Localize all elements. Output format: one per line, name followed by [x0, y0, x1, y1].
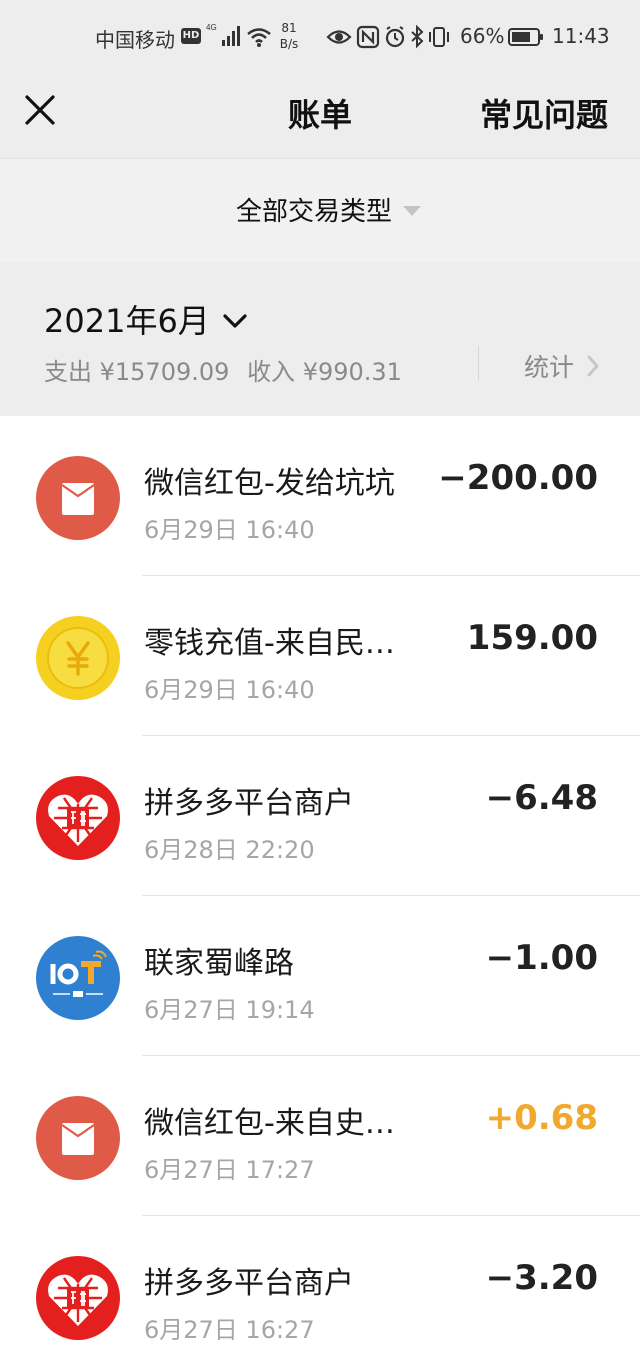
- divider: [478, 346, 479, 380]
- yuan-coin-icon: [36, 616, 120, 700]
- transaction-avatar: [36, 616, 120, 700]
- transaction-title: 联家蜀峰路: [144, 946, 294, 981]
- alarm-icon: [385, 26, 405, 48]
- hd-badge: HD: [181, 28, 201, 44]
- speed-value: 81: [281, 21, 297, 35]
- transaction-amount: −1.00: [485, 938, 598, 978]
- income-total: 收入 ¥990.31: [247, 358, 402, 386]
- statistics-link[interactable]: 统计: [524, 348, 600, 384]
- iot-logo: [36, 936, 120, 1020]
- pinduoduo-logo: [36, 1256, 120, 1340]
- transaction-title: 微信红包-发给坑坑: [144, 466, 395, 501]
- transaction-time: 6月29日 16:40: [144, 516, 315, 544]
- network-type-label: 4G: [206, 23, 217, 32]
- transaction-amount: +0.68: [485, 1098, 598, 1138]
- expense-total: 支出 ¥15709.09: [44, 358, 230, 386]
- transaction-avatar: [36, 456, 120, 540]
- transaction-time: 6月27日 17:27: [144, 1156, 315, 1184]
- transaction-avatar: [36, 776, 120, 860]
- clock: 11:43: [552, 24, 610, 48]
- transaction-row[interactable]: 拼多多平台商户 6月28日 22:20 −6.48: [0, 736, 640, 896]
- transaction-title: 微信红包-来自史…: [144, 1106, 395, 1141]
- transaction-row[interactable]: 微信红包-来自史… 6月27日 17:27 +0.68: [0, 1056, 640, 1216]
- pinduoduo-logo: [36, 776, 120, 860]
- transaction-time: 6月27日 19:14: [144, 996, 315, 1024]
- transaction-time: 6月27日 16:27: [144, 1316, 315, 1344]
- wifi-icon: [247, 28, 271, 47]
- stats-label: 统计: [524, 353, 575, 382]
- cellular-signal-icon: 4G: [206, 23, 240, 46]
- eye-icon: [326, 30, 352, 44]
- transaction-row[interactable]: 拼多多平台商户 6月27日 16:27 −3.20: [0, 1216, 640, 1369]
- chevron-right-icon: [587, 355, 599, 377]
- month-summary: 2021年6月 支出 ¥15709.09 收入 ¥990.31 统计: [0, 262, 640, 416]
- red-packet-icon: [36, 456, 120, 540]
- transaction-row[interactable]: 联家蜀峰路 6月27日 19:14 −1.00: [0, 896, 640, 1056]
- speed-unit: B/s: [279, 37, 299, 51]
- transaction-list: 微信红包-发给坑坑 6月29日 16:40 −200.00 零钱充值-来自民… 6月2…: [0, 416, 640, 1369]
- transaction-row[interactable]: 微信红包-发给坑坑 6月29日 16:40 −200.00: [0, 416, 640, 576]
- transaction-amount: −200.00: [438, 458, 598, 498]
- status-bar: 中国移动 HD 4G 81 B/s 66% 11:43: [0, 0, 640, 74]
- close-icon: [25, 95, 55, 125]
- transaction-avatar: [36, 1256, 120, 1340]
- status-icons-group: [326, 24, 449, 49]
- nfc-icon: [356, 25, 380, 49]
- transaction-amount: −3.20: [485, 1258, 598, 1298]
- transaction-row[interactable]: 零钱充值-来自民… 6月29日 16:40 159.00: [0, 576, 640, 736]
- faq-link[interactable]: 常见问题: [480, 90, 608, 136]
- filter-bar: 全部交易类型: [0, 158, 640, 262]
- transaction-time: 6月29日 16:40: [144, 676, 315, 704]
- red-packet-icon: [36, 1096, 120, 1180]
- nav-bar: 账单 常见问题: [0, 74, 640, 158]
- transaction-title: 拼多多平台商户: [144, 1266, 354, 1301]
- bluetooth-icon: [411, 24, 424, 49]
- vibrate-icon: [429, 27, 449, 47]
- transaction-avatar: [36, 936, 120, 1020]
- battery-percent: 66%: [460, 24, 505, 48]
- transaction-title: 零钱充值-来自民…: [144, 626, 395, 661]
- month-label: 2021年6月: [44, 302, 210, 340]
- filter-label: 全部交易类型: [236, 197, 393, 227]
- transaction-avatar: [36, 1096, 120, 1180]
- carrier-name: 中国移动: [95, 28, 175, 52]
- transaction-time: 6月28日 22:20: [144, 836, 315, 864]
- battery-icon: [508, 28, 543, 46]
- transaction-title: 拼多多平台商户: [144, 786, 354, 821]
- transaction-amount: −6.48: [485, 778, 598, 818]
- month-selector[interactable]: 2021年6月: [44, 296, 248, 342]
- caret-down-icon: [403, 205, 422, 216]
- close-button[interactable]: [20, 90, 60, 130]
- transaction-amount: 159.00: [466, 618, 598, 658]
- transaction-type-filter[interactable]: 全部交易类型: [236, 191, 422, 228]
- chevron-down-icon: [223, 314, 247, 328]
- network-speed: 81 B/s: [276, 20, 302, 52]
- month-totals: 支出 ¥15709.09 收入 ¥990.31: [44, 352, 402, 387]
